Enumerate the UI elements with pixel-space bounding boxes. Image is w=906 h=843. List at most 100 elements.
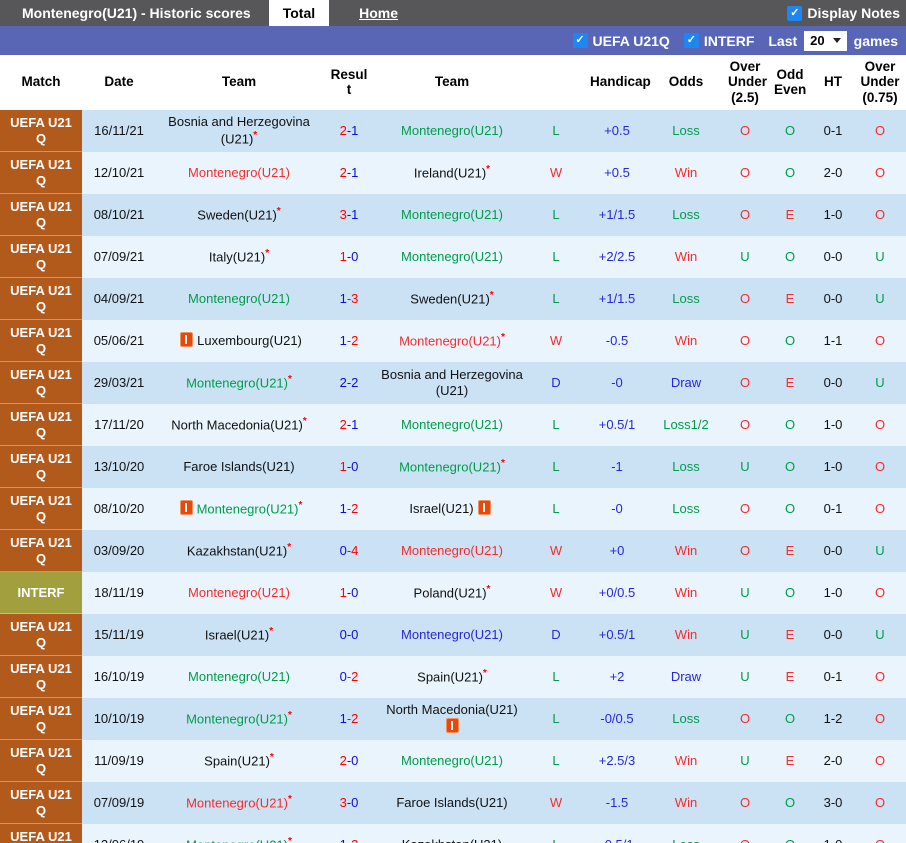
match-row: UEFA U21 Q 15/11/19 Israel(U21)* 0-0 Montene…	[0, 613, 906, 656]
team-name[interactable]: Montenegro(U21)	[401, 627, 503, 642]
handicap-cell: +2/2.5	[598, 248, 636, 264]
match-row: UEFA U21 Q 10/10/19 Montenegro(U21)* 1-2 Nor…	[0, 697, 906, 740]
table-header: Match Date Team Result Team Handicap Odds Over …	[0, 55, 906, 110]
team-name[interactable]: North Macedonia(U21)	[171, 417, 303, 432]
over-under-2.5-cell: O	[739, 794, 751, 810]
team-name[interactable]: Montenegro(U21)	[401, 543, 503, 558]
match-row: UEFA U21 Q 16/11/21 Bosnia and Herzegovina…	[0, 109, 906, 152]
team-name[interactable]: Montenegro(U21)	[186, 795, 288, 810]
odd-even-cell: O	[784, 332, 796, 348]
note-asterisk: *	[265, 248, 270, 260]
over-under-0.75-cell: O	[854, 824, 906, 843]
date-cell: 12/10/21	[93, 164, 145, 180]
home-team-cell: North Macedonia(U21)*	[156, 404, 322, 446]
team-name[interactable]: Faroe Islands(U21)	[396, 795, 507, 810]
result-cell: 0-0	[339, 626, 359, 642]
team-name[interactable]: Montenegro(U21)	[399, 459, 501, 474]
over-under-2.5-cell: U	[740, 248, 750, 264]
date-cell: 05/06/21	[93, 332, 145, 348]
date-cell: 16/11/21	[94, 122, 144, 138]
tab-home[interactable]: Home	[355, 0, 402, 26]
team-name[interactable]: Montenegro(U21)	[401, 417, 503, 432]
team-name[interactable]: Montenegro(U21)	[188, 165, 290, 180]
team-name[interactable]: Montenegro(U21)	[401, 249, 503, 264]
team-name[interactable]: Montenegro(U21)	[401, 753, 503, 768]
ht-cell: 1-2	[823, 710, 843, 726]
team-name[interactable]: Ireland(U21)	[414, 165, 486, 180]
display-notes-checkbox-icon[interactable]: ✓	[787, 5, 803, 21]
handicap-result-cell: L	[528, 824, 584, 843]
home-team-cell: Montenegro(U21)	[156, 278, 322, 320]
home-team-cell: Kazakhstan(U21)*	[156, 530, 322, 572]
handicap-cell: -0.5/1	[584, 824, 650, 843]
team-name[interactable]: Poland(U21)	[414, 585, 487, 600]
competition-cell: UEFA U21 Q	[0, 235, 82, 278]
odd-even-cell: O	[784, 584, 796, 600]
handicap-result-cell: L	[552, 500, 560, 516]
result-cell: 1-2	[339, 710, 359, 726]
odd-even-cell: E	[785, 206, 795, 222]
filter-interf[interactable]: ✓ INTERF	[683, 33, 754, 49]
team-name[interactable]: Faroe Islands(U21)	[183, 459, 294, 474]
column-header-handicap: Handicap	[584, 55, 651, 110]
team-name[interactable]: Bosnia and Herzegovina (U21)	[381, 367, 523, 398]
team-name[interactable]: Luxembourg(U21)	[197, 333, 302, 348]
team-name[interactable]: Israel(U21)	[205, 627, 269, 642]
match-row: UEFA U21 Q 08/10/20 Montenegro(U21)* 1-2 Isr…	[0, 487, 906, 530]
team-name[interactable]: Israel(U21)	[409, 501, 473, 516]
team-name[interactable]: North Macedonia(U21)	[386, 702, 518, 717]
team-name[interactable]: Montenegro(U21)	[186, 375, 288, 390]
odd-even-cell: O	[784, 122, 796, 138]
away-team-cell: Montenegro(U21)	[376, 530, 528, 572]
team-name[interactable]: Bosnia and Herzegovina (U21)	[168, 114, 310, 146]
over-under-0.75-cell: U	[875, 290, 885, 306]
over-under-2.5-cell: O	[739, 374, 751, 390]
handicap-result-cell: L	[552, 206, 560, 222]
odd-even-cell: O	[784, 458, 796, 474]
handicap-cell: +0.5	[604, 122, 630, 138]
handicap-result-cell: L	[552, 668, 560, 684]
away-team-cell: Montenegro(U21)*	[376, 320, 528, 362]
date-cell: 17/11/20	[94, 416, 144, 432]
away-team-cell: Poland(U21)*	[376, 572, 528, 614]
team-name[interactable]: Kazakhstan(U21)	[402, 837, 502, 843]
team-name[interactable]: Italy(U21)	[209, 249, 265, 264]
team-name[interactable]: Montenegro(U21)	[186, 837, 288, 843]
date-cell: 08/10/20	[93, 500, 145, 516]
games-count-select[interactable]: 20	[804, 30, 847, 51]
team-name[interactable]: Montenegro(U21)	[188, 291, 290, 306]
team-name[interactable]: Montenegro(U21)	[188, 585, 290, 600]
result-cell: 0-4	[339, 542, 359, 558]
team-name[interactable]: Montenegro(U21)	[401, 207, 503, 222]
over-under-2.5-cell: O	[739, 290, 751, 306]
home-team-cell: Israel(U21)*	[156, 614, 322, 656]
chevron-down-icon	[832, 38, 841, 43]
competition-cell: UEFA U21 Q	[0, 151, 82, 194]
team-name[interactable]: Montenegro(U21)	[186, 711, 288, 726]
tab-total[interactable]: Total	[268, 0, 330, 26]
away-team-cell: Montenegro(U21)	[376, 740, 528, 782]
home-team-cell: Montenegro(U21)	[156, 572, 322, 614]
team-name[interactable]: Montenegro(U21)	[399, 333, 501, 348]
date-cell: 08/10/21	[93, 206, 145, 222]
checkbox-checked-icon[interactable]: ✓	[683, 33, 699, 48]
team-name[interactable]: Montenegro(U21)	[188, 669, 290, 684]
competition-cell: UEFA U21 Q	[0, 823, 82, 843]
filter-uefa-u21q[interactable]: ✓ UEFA U21Q	[572, 33, 670, 49]
red-card-icon	[445, 718, 459, 733]
handicap-cell: -0.5	[605, 332, 629, 348]
team-name[interactable]: Sweden(U21)	[197, 207, 277, 222]
team-name[interactable]: Kazakhstan(U21)	[187, 543, 287, 558]
team-name[interactable]: Spain(U21)	[204, 753, 270, 768]
odds-cell: Loss	[672, 500, 700, 516]
handicap-cell: +1/1.5	[598, 206, 636, 222]
odds-cell: Loss	[672, 710, 700, 726]
ht-cell: 1-0	[812, 824, 854, 843]
team-name[interactable]: Sweden(U21)	[410, 291, 490, 306]
checkbox-checked-icon[interactable]: ✓	[572, 33, 588, 48]
ht-cell: 0-0	[823, 542, 843, 558]
display-notes-toggle[interactable]: ✓ Display Notes	[787, 5, 900, 21]
team-name[interactable]: Spain(U21)	[417, 669, 483, 684]
team-name[interactable]: Montenegro(U21)	[197, 501, 299, 516]
team-name[interactable]: Montenegro(U21)	[401, 123, 503, 138]
